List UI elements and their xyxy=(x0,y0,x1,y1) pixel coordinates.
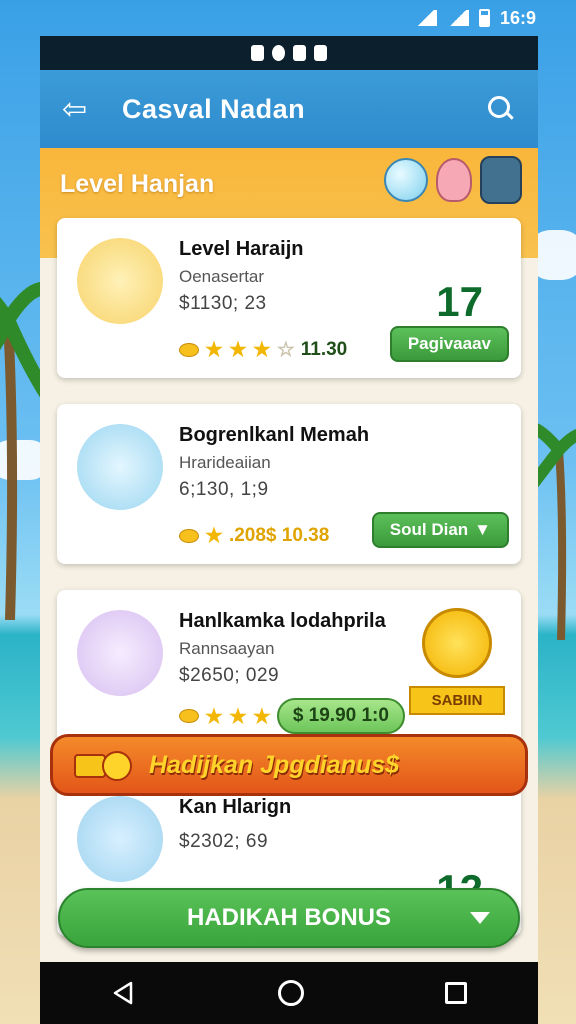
app-bar: ⇦ Casval Nadan xyxy=(40,70,538,148)
star-empty-icon: ☆ xyxy=(276,339,295,361)
nav-back-icon[interactable] xyxy=(111,980,137,1006)
star-icon: ★ xyxy=(228,339,247,361)
card-rating: ★ ★ ★ $ 19.90 1:0 xyxy=(179,698,405,734)
chevron-down-icon xyxy=(470,912,490,924)
battery-icon xyxy=(478,9,490,27)
bonus-button-label: HADIKAH BONUS xyxy=(187,904,391,931)
level-card[interactable]: Level Haraijn Oenasertar $1130; 23 17 ★ … xyxy=(57,218,521,378)
back-arrow-icon[interactable]: ⇦ xyxy=(62,92,122,127)
card-dropdown-button[interactable]: Soul Dian ▼ xyxy=(371,512,509,548)
wifi-icon xyxy=(414,10,437,26)
notification-icon xyxy=(293,45,306,61)
app-title: Casval Nadan xyxy=(122,93,306,124)
level-card[interactable]: Hanlkamka lodahprila Rannsaayan $2650; 0… xyxy=(57,590,521,750)
value-chip[interactable]: $ 19.90 1:0 xyxy=(276,698,405,734)
lightbulb-icon xyxy=(384,158,428,202)
signal-icon xyxy=(446,10,469,26)
cash-coin-icon xyxy=(74,751,132,781)
header-illustrations xyxy=(384,156,522,204)
coin-icon xyxy=(179,528,199,543)
star-icon: ★ xyxy=(252,705,271,728)
search-icon[interactable] xyxy=(486,94,516,124)
nav-recents-icon[interactable] xyxy=(445,982,468,1004)
card-name: Kan Hlarign xyxy=(179,796,292,818)
star-icon: ★ xyxy=(205,705,223,728)
navigation-bar xyxy=(40,962,538,1024)
bonus-button[interactable]: HADIKAH BONUS xyxy=(58,888,520,948)
badge-label: SABIIN xyxy=(409,686,505,715)
card-rating: ★ ★ ★ ☆ 11.30 xyxy=(179,337,347,362)
level-card-list: Level Haraijn Oenasertar $1130; 23 17 ★ … xyxy=(57,218,521,962)
rating-value: .208$ 10.38 xyxy=(228,524,330,546)
button-label: Soul Dian xyxy=(389,520,469,539)
banner-text: Hadijkan Jpgdianus$ xyxy=(149,750,400,779)
status-time: 16:9 xyxy=(499,7,536,28)
coin-cup-icon xyxy=(77,610,163,696)
rating-value: 11.30 xyxy=(300,338,348,360)
promo-banner[interactable]: Hadijkan Jpgdianus$ xyxy=(50,734,528,796)
star-icon: ★ xyxy=(252,339,271,361)
level-title: Level Hanjan xyxy=(60,170,215,198)
gold-medal-badge: SABIIN xyxy=(409,608,505,728)
card-rating: ★ .208$ 10.38 xyxy=(179,523,329,548)
level-card[interactable]: Bogrenlkanl Memah Hrarideaiian 6;130, 1;… xyxy=(57,404,521,564)
card-price: 6;130, 1;9 xyxy=(179,479,269,500)
chevron-down-icon: ▼ xyxy=(474,520,491,539)
card-price: $2302; 69 xyxy=(179,831,269,852)
gold-coin-tools-icon xyxy=(77,424,163,510)
mascot-icon xyxy=(77,796,163,882)
gold-medal-icon xyxy=(422,608,492,678)
star-icon: ★ xyxy=(205,525,223,547)
card-name: Level Haraijn xyxy=(179,238,304,260)
backpack-icon xyxy=(480,156,522,204)
notification-icon xyxy=(314,45,327,61)
card-action-button[interactable]: Pagivaaav xyxy=(389,326,509,362)
piggy-bank-icon xyxy=(436,158,472,202)
coin-icon xyxy=(179,709,199,723)
phone-screen: ⇦ Casval Nadan Level Hanjan Level Haraij… xyxy=(40,36,538,1024)
cash-stack-icon xyxy=(77,238,163,324)
coin-icon xyxy=(179,342,199,357)
card-subtitle: Hrarideaiian xyxy=(179,453,271,472)
card-name: Bogrenlkanl Memah xyxy=(179,424,370,446)
card-count: 17 xyxy=(436,278,483,325)
star-icon: ★ xyxy=(205,339,223,361)
nav-home-icon[interactable] xyxy=(277,980,304,1006)
notification-icon xyxy=(272,45,285,61)
star-icon: ★ xyxy=(228,705,247,728)
notification-bar xyxy=(40,36,538,70)
notification-icon xyxy=(251,45,264,61)
status-bar: 16:9 xyxy=(0,0,576,36)
